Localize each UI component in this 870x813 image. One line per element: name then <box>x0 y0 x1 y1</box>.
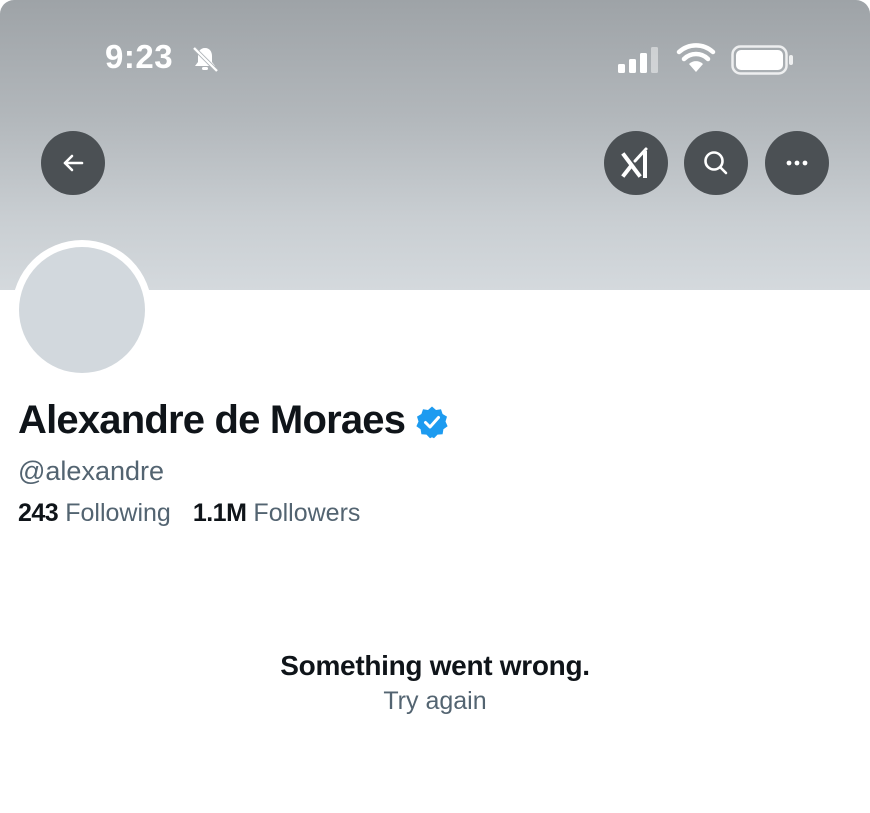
followers-count: 1.1M <box>192 499 247 527</box>
verified-badge-icon[interactable] <box>415 405 449 439</box>
avatar[interactable] <box>19 247 145 373</box>
search-button[interactable] <box>684 131 748 195</box>
wifi-icon <box>676 43 716 72</box>
following-label: Following <box>65 499 171 527</box>
more-button[interactable] <box>765 131 829 195</box>
followers-label: Followers <box>253 499 361 527</box>
following-count: 243 <box>18 499 59 527</box>
cellular-signal-icon <box>618 47 658 73</box>
handle: @alexandre <box>18 456 164 486</box>
try-again-button[interactable]: Try again <box>0 687 870 716</box>
battery-icon <box>731 45 793 75</box>
status-time: 9:23 <box>105 38 174 75</box>
followers-link[interactable]: 1.1M Followers <box>193 499 361 528</box>
grok-button[interactable] <box>604 131 668 195</box>
search-icon <box>704 151 728 175</box>
bell-slash-icon <box>192 46 219 73</box>
grok-icon <box>621 147 648 178</box>
back-button[interactable] <box>41 131 105 195</box>
name-row: Alexandre de Moraes <box>18 398 449 443</box>
follow-stats: 243 Following 1.1M Followers <box>18 499 360 528</box>
avatar-ring <box>12 240 152 380</box>
following-link[interactable]: 243 Following <box>18 499 171 528</box>
arrow-left-icon <box>63 154 84 172</box>
more-horizontal-icon <box>786 160 808 166</box>
display-name: Alexandre de Moraes <box>18 398 406 442</box>
error-message: Something went wrong. <box>280 650 590 681</box>
